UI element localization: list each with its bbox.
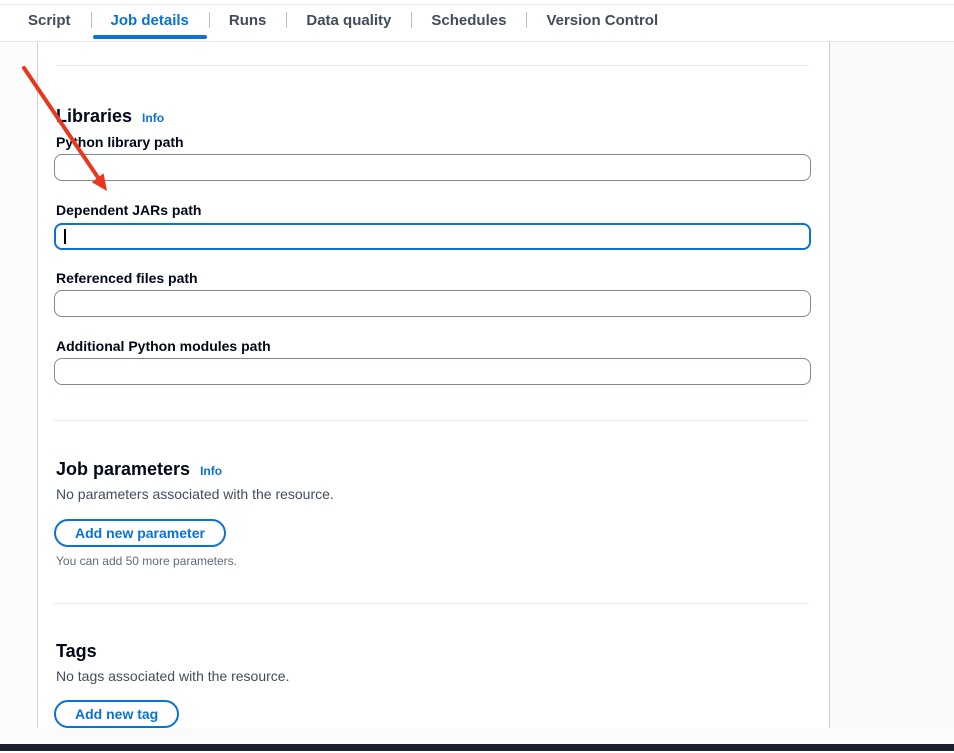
libraries-info-link[interactable]: Info — [142, 111, 164, 125]
dependent-jars-path-input[interactable] — [54, 223, 811, 250]
tab-label: Version Control — [546, 12, 658, 29]
dependent-jars-path-label: Dependent JARs path — [54, 201, 809, 219]
libraries-section: Libraries Info Python library path Depen… — [54, 105, 809, 385]
left-gutter — [0, 42, 37, 728]
tab-data-quality[interactable]: Data quality — [286, 0, 411, 41]
right-gutter — [830, 42, 954, 728]
tab-label: Runs — [229, 12, 267, 29]
section-divider — [56, 65, 809, 66]
tags-title: Tags — [56, 640, 97, 662]
python-library-path-label: Python library path — [54, 133, 809, 151]
content-panel: Libraries Info Python library path Depen… — [37, 42, 830, 728]
libraries-title: Libraries — [56, 105, 132, 127]
add-new-parameter-button[interactable]: Add new parameter — [54, 519, 226, 547]
additional-python-modules-path-label: Additional Python modules path — [54, 337, 809, 355]
job-parameters-section: Job parameters Info No parameters associ… — [54, 458, 809, 569]
tab-label: Data quality — [306, 12, 391, 29]
tags-section: Tags No tags associated with the resourc… — [54, 640, 809, 728]
tab-job-details[interactable]: Job details — [91, 0, 209, 41]
job-parameters-empty-message: No parameters associated with the resour… — [54, 484, 809, 504]
job-parameters-title: Job parameters — [56, 458, 190, 480]
text-cursor — [64, 229, 66, 244]
python-library-path-input[interactable] — [54, 154, 811, 181]
job-parameters-info-link[interactable]: Info — [200, 464, 222, 478]
parameter-limit-hint: You can add 50 more parameters. — [54, 553, 809, 569]
additional-python-modules-path-input[interactable] — [54, 358, 811, 385]
section-divider — [54, 603, 809, 604]
tab-schedules[interactable]: Schedules — [411, 0, 526, 41]
tab-bar: Script Job details Runs Data quality Sch… — [0, 0, 954, 42]
tab-label: Job details — [111, 12, 189, 29]
referenced-files-path-label: Referenced files path — [54, 269, 809, 287]
tab-script[interactable]: Script — [8, 0, 91, 41]
tab-version-control[interactable]: Version Control — [526, 0, 678, 41]
tab-label: Schedules — [431, 12, 506, 29]
tags-empty-message: No tags associated with the resource. — [54, 666, 809, 686]
job-details-page: Script Job details Runs Data quality Sch… — [0, 0, 954, 753]
add-new-tag-button[interactable]: Add new tag — [54, 700, 179, 728]
tab-label: Script — [28, 12, 71, 29]
referenced-files-path-input[interactable] — [54, 290, 811, 317]
dock-edge-bar — [0, 744, 954, 751]
section-divider — [54, 420, 809, 421]
main-area: Libraries Info Python library path Depen… — [0, 42, 954, 728]
footer-strip — [0, 728, 954, 744]
tab-runs[interactable]: Runs — [209, 0, 287, 41]
